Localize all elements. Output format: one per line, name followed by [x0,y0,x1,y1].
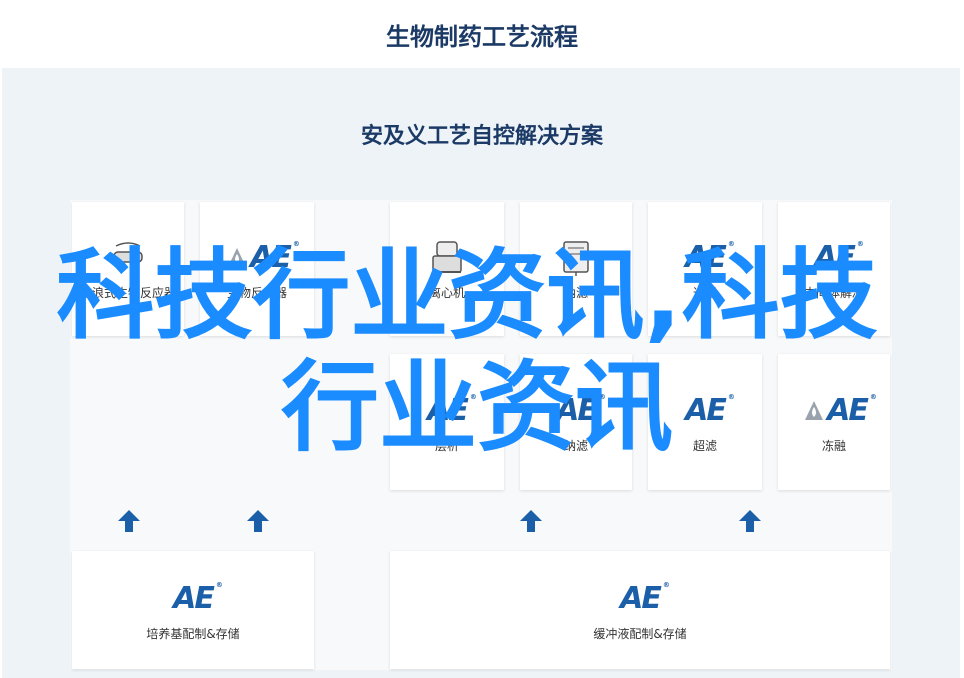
centrifuge-icon [427,238,467,278]
card-buffer-prep[interactable]: AE ® 缓冲液配制&存储 [390,551,890,669]
card-label: 超滤 [692,438,717,453]
card-label: 冻融 [821,438,846,453]
brand-mark: AE [556,392,598,428]
ae-logo-icon: AE ® [224,238,300,278]
brand-mark: AE [814,239,856,275]
card-chromatography[interactable]: AE ® 层析 [390,354,504,490]
ae-logo-icon: AE ® [427,392,477,428]
ae-logo-icon: AE ® [556,392,606,428]
brand-mark: AE [173,580,215,616]
filter-machine-icon [556,238,596,278]
ae-logo-icon: AE ® [620,580,670,616]
card-ultrafiltration[interactable]: AE ® 超滤 [648,354,762,490]
card-media-prep[interactable]: AE ® 培养基配制&存储 [72,551,314,669]
brand-mark: AE [827,392,869,428]
card-label: 缓冲液配制&存储 [593,626,687,641]
ae-logo-icon: AE ® [173,580,223,616]
ae-logo-icon: AE ® [685,239,735,275]
brand-mark: AE [620,580,662,616]
card-label: 中间体解决 [803,285,864,300]
card-filtration[interactable]: AE ® 过滤 [648,202,762,336]
ae-logo-icon: AE ® [801,391,877,431]
panel-title: 安及义工艺自控解决方案 [360,124,603,149]
card-label: 波浪式生物反应器 [79,285,176,300]
card-nanofiltration-top[interactable]: 纳滤 [520,202,632,336]
card-centrifuge[interactable]: 离心机 [390,202,504,336]
page-title: 生物制药工艺流程 [386,22,578,51]
ae-logo-icon: AE ® [685,392,735,428]
card-bioreactor[interactable]: AE ® 生物反应器 [200,202,314,336]
brand-mark: AE [685,239,727,275]
wave-bioreactor-icon [108,238,148,278]
brand-mark: AE [685,392,727,428]
card-label: 过滤 [692,285,717,300]
card-label: 离心机 [428,285,465,300]
brand-mark: AE [250,239,292,275]
card-label: 纳滤 [563,438,588,453]
card-intermediate[interactable]: AE ® 中间体解决 [778,202,890,336]
card-wave-bioreactor[interactable]: 波浪式生物反应器 [72,202,184,336]
card-label: 层析 [434,438,459,453]
card-freeze-thaw[interactable]: AE ® 冻融 [778,354,890,490]
card-label: 培养基配制&存储 [146,626,240,641]
ae-logo-icon: AE ® [814,239,864,275]
brand-mark: AE [427,392,469,428]
card-nanofiltration[interactable]: AE ® 纳滤 [520,354,632,490]
card-label: 纳滤 [563,285,588,300]
card-label: 生物反应器 [226,285,287,300]
